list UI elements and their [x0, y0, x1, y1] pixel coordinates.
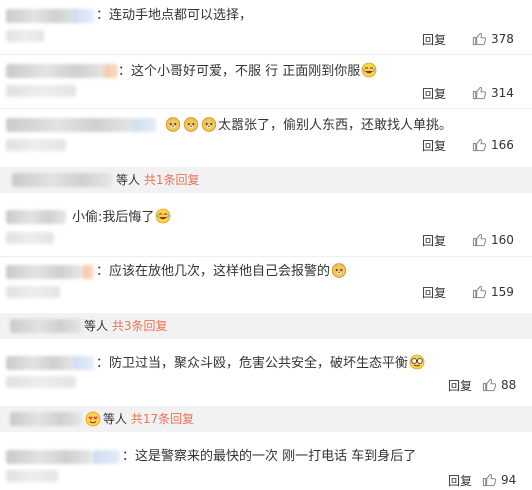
commenter-name[interactable]: [6, 356, 74, 370]
like-count: 378: [491, 32, 514, 46]
like-button[interactable]: 159: [472, 284, 532, 299]
commenter-info: [6, 470, 58, 482]
thumb-up-icon: [472, 85, 487, 100]
commenter-name[interactable]: [132, 118, 156, 132]
reply-button[interactable]: 回复: [422, 232, 452, 249]
like-count: 166: [491, 138, 514, 152]
like-button[interactable]: 166: [472, 137, 532, 152]
heart-eyes-emoji-icon: [85, 411, 101, 427]
commenter-name[interactable]: [72, 9, 94, 23]
commenter-name[interactable]: [6, 9, 78, 23]
thumb-up-icon: [472, 137, 487, 152]
doge-emoji-icon: [165, 116, 181, 132]
laugh-emoji-icon: [155, 208, 171, 224]
like-button[interactable]: 314: [472, 85, 532, 100]
reply-button[interactable]: 回复: [422, 137, 452, 154]
laugh-emoji-icon: [361, 62, 377, 78]
commenter-name[interactable]: [104, 64, 118, 78]
divider: [0, 256, 532, 257]
commenter-name[interactable]: [92, 450, 120, 464]
thumb-up-icon: [482, 472, 497, 487]
doge-emoji-icon: [331, 262, 347, 278]
reply-user-name: [10, 319, 82, 333]
comment-text: ：防卫过当，聚众斗殴，危害公共安全，破坏生态平衡: [96, 356, 409, 371]
thumb-up-icon: [472, 31, 487, 46]
doge-emoji-icon: [183, 116, 199, 132]
reply-user-name: [10, 412, 82, 426]
thumb-up-icon: [482, 377, 497, 392]
like-button[interactable]: 88: [482, 377, 532, 392]
divider: [0, 108, 532, 109]
commenter-info: [6, 85, 76, 97]
like-count: 159: [491, 285, 514, 299]
comment-text: 小偷:我后悔了: [72, 210, 155, 225]
commenter-info: [6, 139, 66, 151]
more-replies-link[interactable]: 共3条回复: [112, 319, 168, 333]
comment-text: ：应该在放他几次，这样他自己会报警的: [96, 264, 331, 279]
commenter-name[interactable]: [82, 265, 94, 279]
more-replies-link[interactable]: 共1条回复: [144, 173, 200, 187]
commenter-info: [6, 232, 54, 244]
sub-reply-people: 等人: [103, 412, 128, 426]
comment-text: ：这是警察来的最快的一次 刚一打电话 车到身后了: [122, 449, 417, 464]
sub-reply-bar[interactable]: 等人 共1条回复: [0, 167, 532, 193]
commenter-name[interactable]: [6, 265, 82, 279]
comment-text: ：这个小哥好可爱，不服 行 正面刚到你服: [118, 64, 361, 79]
commenter-name[interactable]: [6, 210, 66, 224]
comment-text: 太嚣张了，偷别人东西，还敢找人单挑。: [218, 118, 453, 133]
commenter-name[interactable]: [6, 450, 92, 464]
commenter-name[interactable]: [72, 356, 94, 370]
like-button[interactable]: 94: [482, 472, 532, 487]
reply-button[interactable]: 回复: [422, 31, 452, 48]
commenter-name[interactable]: [6, 118, 134, 132]
sub-reply-bar[interactable]: 等人 共3条回复: [0, 313, 532, 339]
more-replies-link[interactable]: 共17条回复: [131, 412, 194, 426]
doge-emoji-icon: [201, 116, 217, 132]
sub-reply-people: 等人: [84, 319, 109, 333]
sub-reply-bar[interactable]: 等人 共17条回复: [0, 406, 532, 432]
glasses-emoji-icon: [409, 354, 425, 370]
divider: [0, 54, 532, 55]
like-count: 160: [491, 233, 514, 247]
reply-button[interactable]: 回复: [448, 472, 478, 489]
commenter-info: [6, 376, 76, 388]
comment-text: ：连动手地点都可以选择，: [96, 8, 253, 23]
commenter-info: [6, 286, 60, 298]
like-button[interactable]: 378: [472, 31, 532, 46]
like-count: 94: [501, 473, 517, 487]
sub-reply-people: 等人: [116, 173, 141, 187]
reply-user-name: [12, 173, 112, 187]
reply-button[interactable]: 回复: [422, 284, 452, 301]
like-count: 314: [491, 86, 514, 100]
like-count: 88: [501, 378, 517, 392]
like-button[interactable]: 160: [472, 232, 532, 247]
reply-button[interactable]: 回复: [422, 85, 452, 102]
thumb-up-icon: [472, 232, 487, 247]
reply-button[interactable]: 回复: [448, 377, 478, 394]
commenter-info: [6, 30, 44, 42]
thumb-up-icon: [472, 284, 487, 299]
commenter-name[interactable]: [6, 64, 106, 78]
